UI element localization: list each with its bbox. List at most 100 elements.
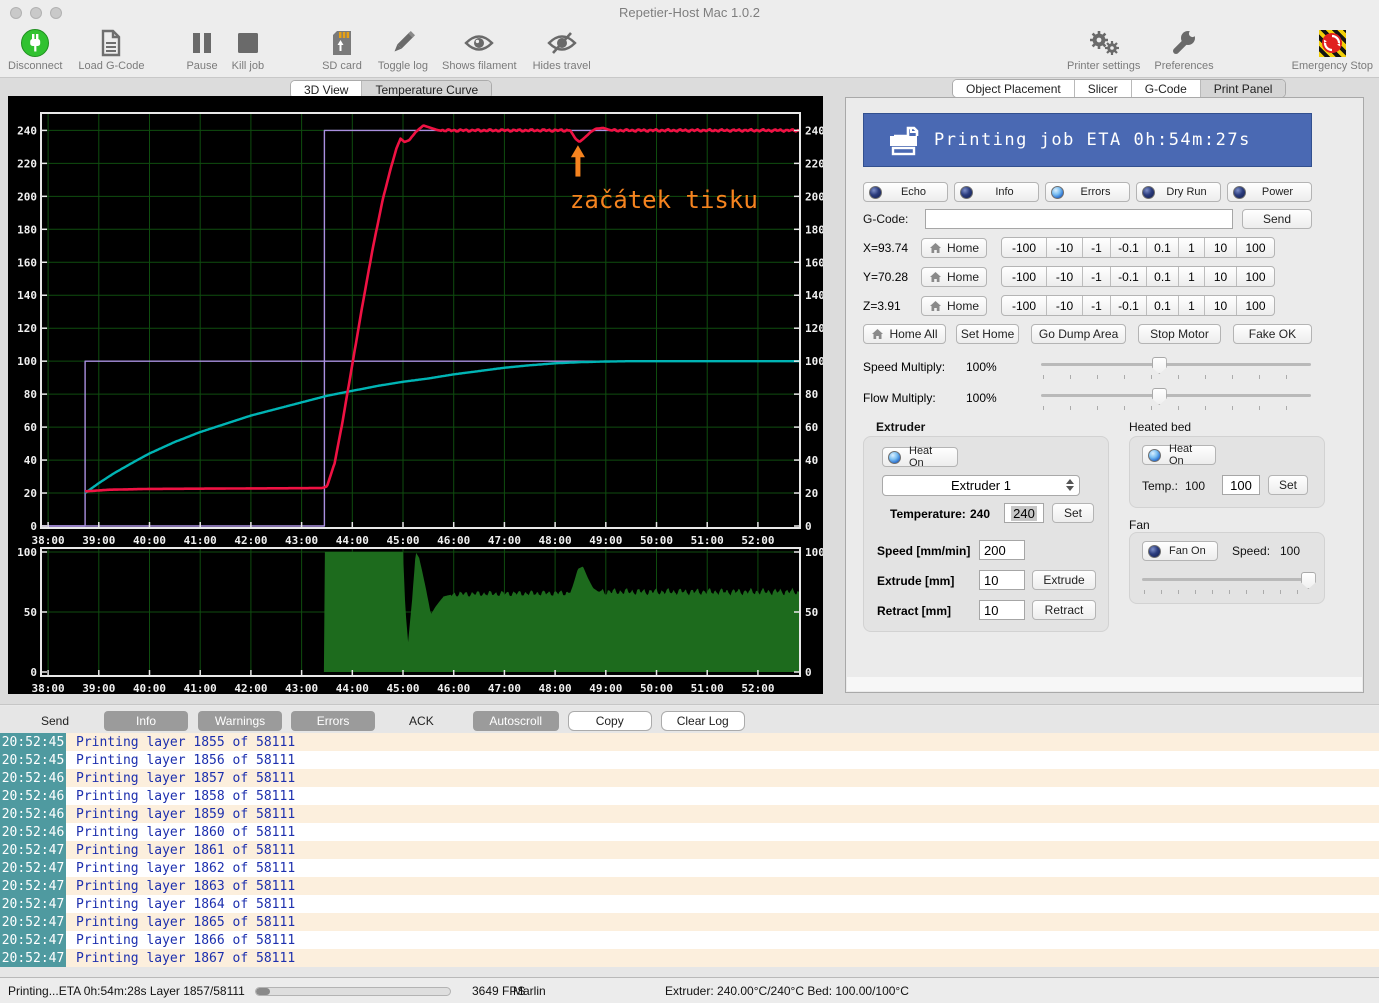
jog-z-10[interactable]: 10	[1204, 296, 1236, 315]
stop-motor-button[interactable]: Stop Motor	[1138, 324, 1221, 344]
flow-multiply-value: 100%	[966, 391, 1024, 405]
log-timestamp: 20:52:45	[0, 751, 66, 769]
panel-tabs: Object Placement Slicer G-Code Print Pan…	[952, 79, 1286, 98]
jog-z--0.1[interactable]: -0.1	[1110, 296, 1146, 315]
home-all-button[interactable]: Home All	[863, 324, 946, 344]
fan-speed-slider-thumb[interactable]	[1301, 572, 1316, 589]
motion-action-buttons: Home All Set Home Go Dump Area Stop Motor Fa…	[863, 324, 1312, 344]
log-send-button[interactable]: Send	[41, 714, 69, 728]
gcode-input[interactable]	[925, 209, 1233, 229]
fan-on-button[interactable]: Fan On	[1142, 541, 1218, 561]
jog-group-y: -100-10-1-0.10.1110100	[1001, 266, 1275, 287]
bed-temp-input[interactable]: 100	[1222, 475, 1260, 495]
log-message: Printing layer 1860 of 58111	[76, 825, 295, 840]
go-dump-area-button[interactable]: Go Dump Area	[1031, 324, 1126, 344]
jog-y-100[interactable]: 100	[1236, 267, 1274, 286]
speed-multiply-slider-thumb[interactable]	[1152, 357, 1167, 374]
retract-button[interactable]: Retract	[1032, 600, 1096, 620]
tab-gcode[interactable]: G-Code	[1131, 80, 1200, 97]
jog-y-10[interactable]: 10	[1204, 267, 1236, 286]
toggle-errors[interactable]: Errors	[1045, 182, 1130, 202]
jog-z-0.1[interactable]: 0.1	[1146, 296, 1178, 315]
toggle-log-button[interactable]: Toggle log	[378, 28, 428, 72]
fan-led-icon	[1148, 545, 1161, 558]
jog-y--100[interactable]: -100	[1002, 267, 1046, 286]
home-z-button[interactable]: Home	[921, 296, 987, 316]
jog-x-1[interactable]: 1	[1178, 238, 1204, 257]
toggle-info[interactable]: Info	[954, 182, 1039, 202]
set-home-button[interactable]: Set Home	[956, 324, 1019, 344]
toggle-label: Echo	[890, 186, 937, 198]
log-errors-button[interactable]: Errors	[291, 711, 375, 731]
retract-length-label: Retract [mm]	[877, 604, 951, 618]
flow-multiply-slider-thumb[interactable]	[1152, 388, 1167, 405]
log-timestamp: 20:52:47	[0, 895, 66, 913]
load-gcode-button[interactable]: Load G-Code	[78, 28, 144, 72]
log-ack-button[interactable]: ACK	[409, 714, 434, 728]
disconnect-button[interactable]: Disconnect	[8, 28, 62, 72]
home-y-button[interactable]: Home	[921, 267, 987, 287]
log-entry: 20:52:45Printing layer 1855 of 58111	[0, 733, 1379, 751]
extruder-selector[interactable]: Extruder 1	[882, 475, 1080, 496]
jog-z--10[interactable]: -10	[1046, 296, 1082, 315]
fake-ok-button[interactable]: Fake OK	[1233, 324, 1312, 344]
jog-x--0.1[interactable]: -0.1	[1110, 238, 1146, 257]
jog-x--10[interactable]: -10	[1046, 238, 1082, 257]
home-x-button[interactable]: Home	[921, 238, 987, 258]
jog-z--1[interactable]: -1	[1082, 296, 1110, 315]
extrude-button[interactable]: Extrude	[1032, 570, 1096, 590]
tab-object-placement[interactable]: Object Placement	[953, 80, 1074, 97]
bed-heat-on-button[interactable]: Heat On	[1142, 445, 1216, 465]
jog-y--1[interactable]: -1	[1082, 267, 1110, 286]
extruder-speed-input[interactable]: 200	[979, 540, 1025, 560]
extruder-set-button[interactable]: Set	[1052, 503, 1094, 523]
extruder-heat-on-button[interactable]: Heat On	[882, 447, 958, 467]
jog-z-1[interactable]: 1	[1178, 296, 1204, 315]
axis-position-y: Y=70.28	[863, 270, 921, 284]
kill-job-button[interactable]: Kill job	[232, 28, 264, 72]
log-warnings-button[interactable]: Warnings	[198, 711, 282, 731]
log-entry: 20:52:46Printing layer 1860 of 58111	[0, 823, 1379, 841]
svg-text:140: 140	[17, 289, 37, 302]
extruder-temperature-input[interactable]: 240	[1004, 503, 1044, 523]
fan-speed-slider[interactable]	[1142, 571, 1314, 593]
jog-x--1[interactable]: -1	[1082, 238, 1110, 257]
toggle-dry-run[interactable]: Dry Run	[1136, 182, 1221, 202]
jog-z--100[interactable]: -100	[1002, 296, 1046, 315]
shows-filament-button[interactable]: Shows filament	[442, 28, 517, 72]
svg-text:50: 50	[24, 606, 37, 619]
emergency-stop-button[interactable]: Emergency Stop	[1292, 28, 1373, 72]
jog-y-1[interactable]: 1	[1178, 267, 1204, 286]
toggle-echo[interactable]: Echo	[863, 182, 948, 202]
flow-multiply-slider[interactable]	[1041, 387, 1311, 409]
speed-multiply-slider[interactable]	[1041, 356, 1311, 378]
jog-y--10[interactable]: -10	[1046, 267, 1082, 286]
tab-slicer[interactable]: Slicer	[1074, 80, 1131, 97]
log-info-button[interactable]: Info	[104, 711, 188, 731]
preferences-button[interactable]: Preferences	[1154, 28, 1213, 72]
jog-z-100[interactable]: 100	[1236, 296, 1274, 315]
printer-settings-button[interactable]: Printer settings	[1067, 28, 1140, 72]
log-copy-button[interactable]: Copy	[568, 711, 652, 731]
log-clear-log-button[interactable]: Clear Log	[661, 711, 745, 731]
sd-card-button[interactable]: SD card	[322, 28, 362, 72]
log-message: Printing layer 1858 of 58111	[76, 789, 295, 804]
bed-set-button[interactable]: Set	[1268, 475, 1308, 495]
jog-x--100[interactable]: -100	[1002, 238, 1046, 257]
hides-travel-button[interactable]: Hides travel	[533, 28, 591, 72]
retract-length-input[interactable]: 10	[979, 600, 1025, 620]
fan-speed-value: 100	[1280, 544, 1300, 558]
log-entry: 20:52:46Printing layer 1857 of 58111	[0, 769, 1379, 787]
extrude-length-input[interactable]: 10	[979, 570, 1025, 590]
tab-print-panel[interactable]: Print Panel	[1200, 80, 1286, 97]
jog-y-0.1[interactable]: 0.1	[1146, 267, 1178, 286]
pause-button[interactable]: Pause	[186, 28, 217, 72]
log-autoscroll-button[interactable]: Autoscroll	[473, 711, 559, 731]
toggle-power[interactable]: Power	[1227, 182, 1312, 202]
gcode-send-button[interactable]: Send	[1242, 209, 1312, 229]
jog-x-0.1[interactable]: 0.1	[1146, 238, 1178, 257]
jog-y--0.1[interactable]: -0.1	[1110, 267, 1146, 286]
printer-icon	[886, 124, 920, 156]
jog-x-100[interactable]: 100	[1236, 238, 1274, 257]
jog-x-10[interactable]: 10	[1204, 238, 1236, 257]
